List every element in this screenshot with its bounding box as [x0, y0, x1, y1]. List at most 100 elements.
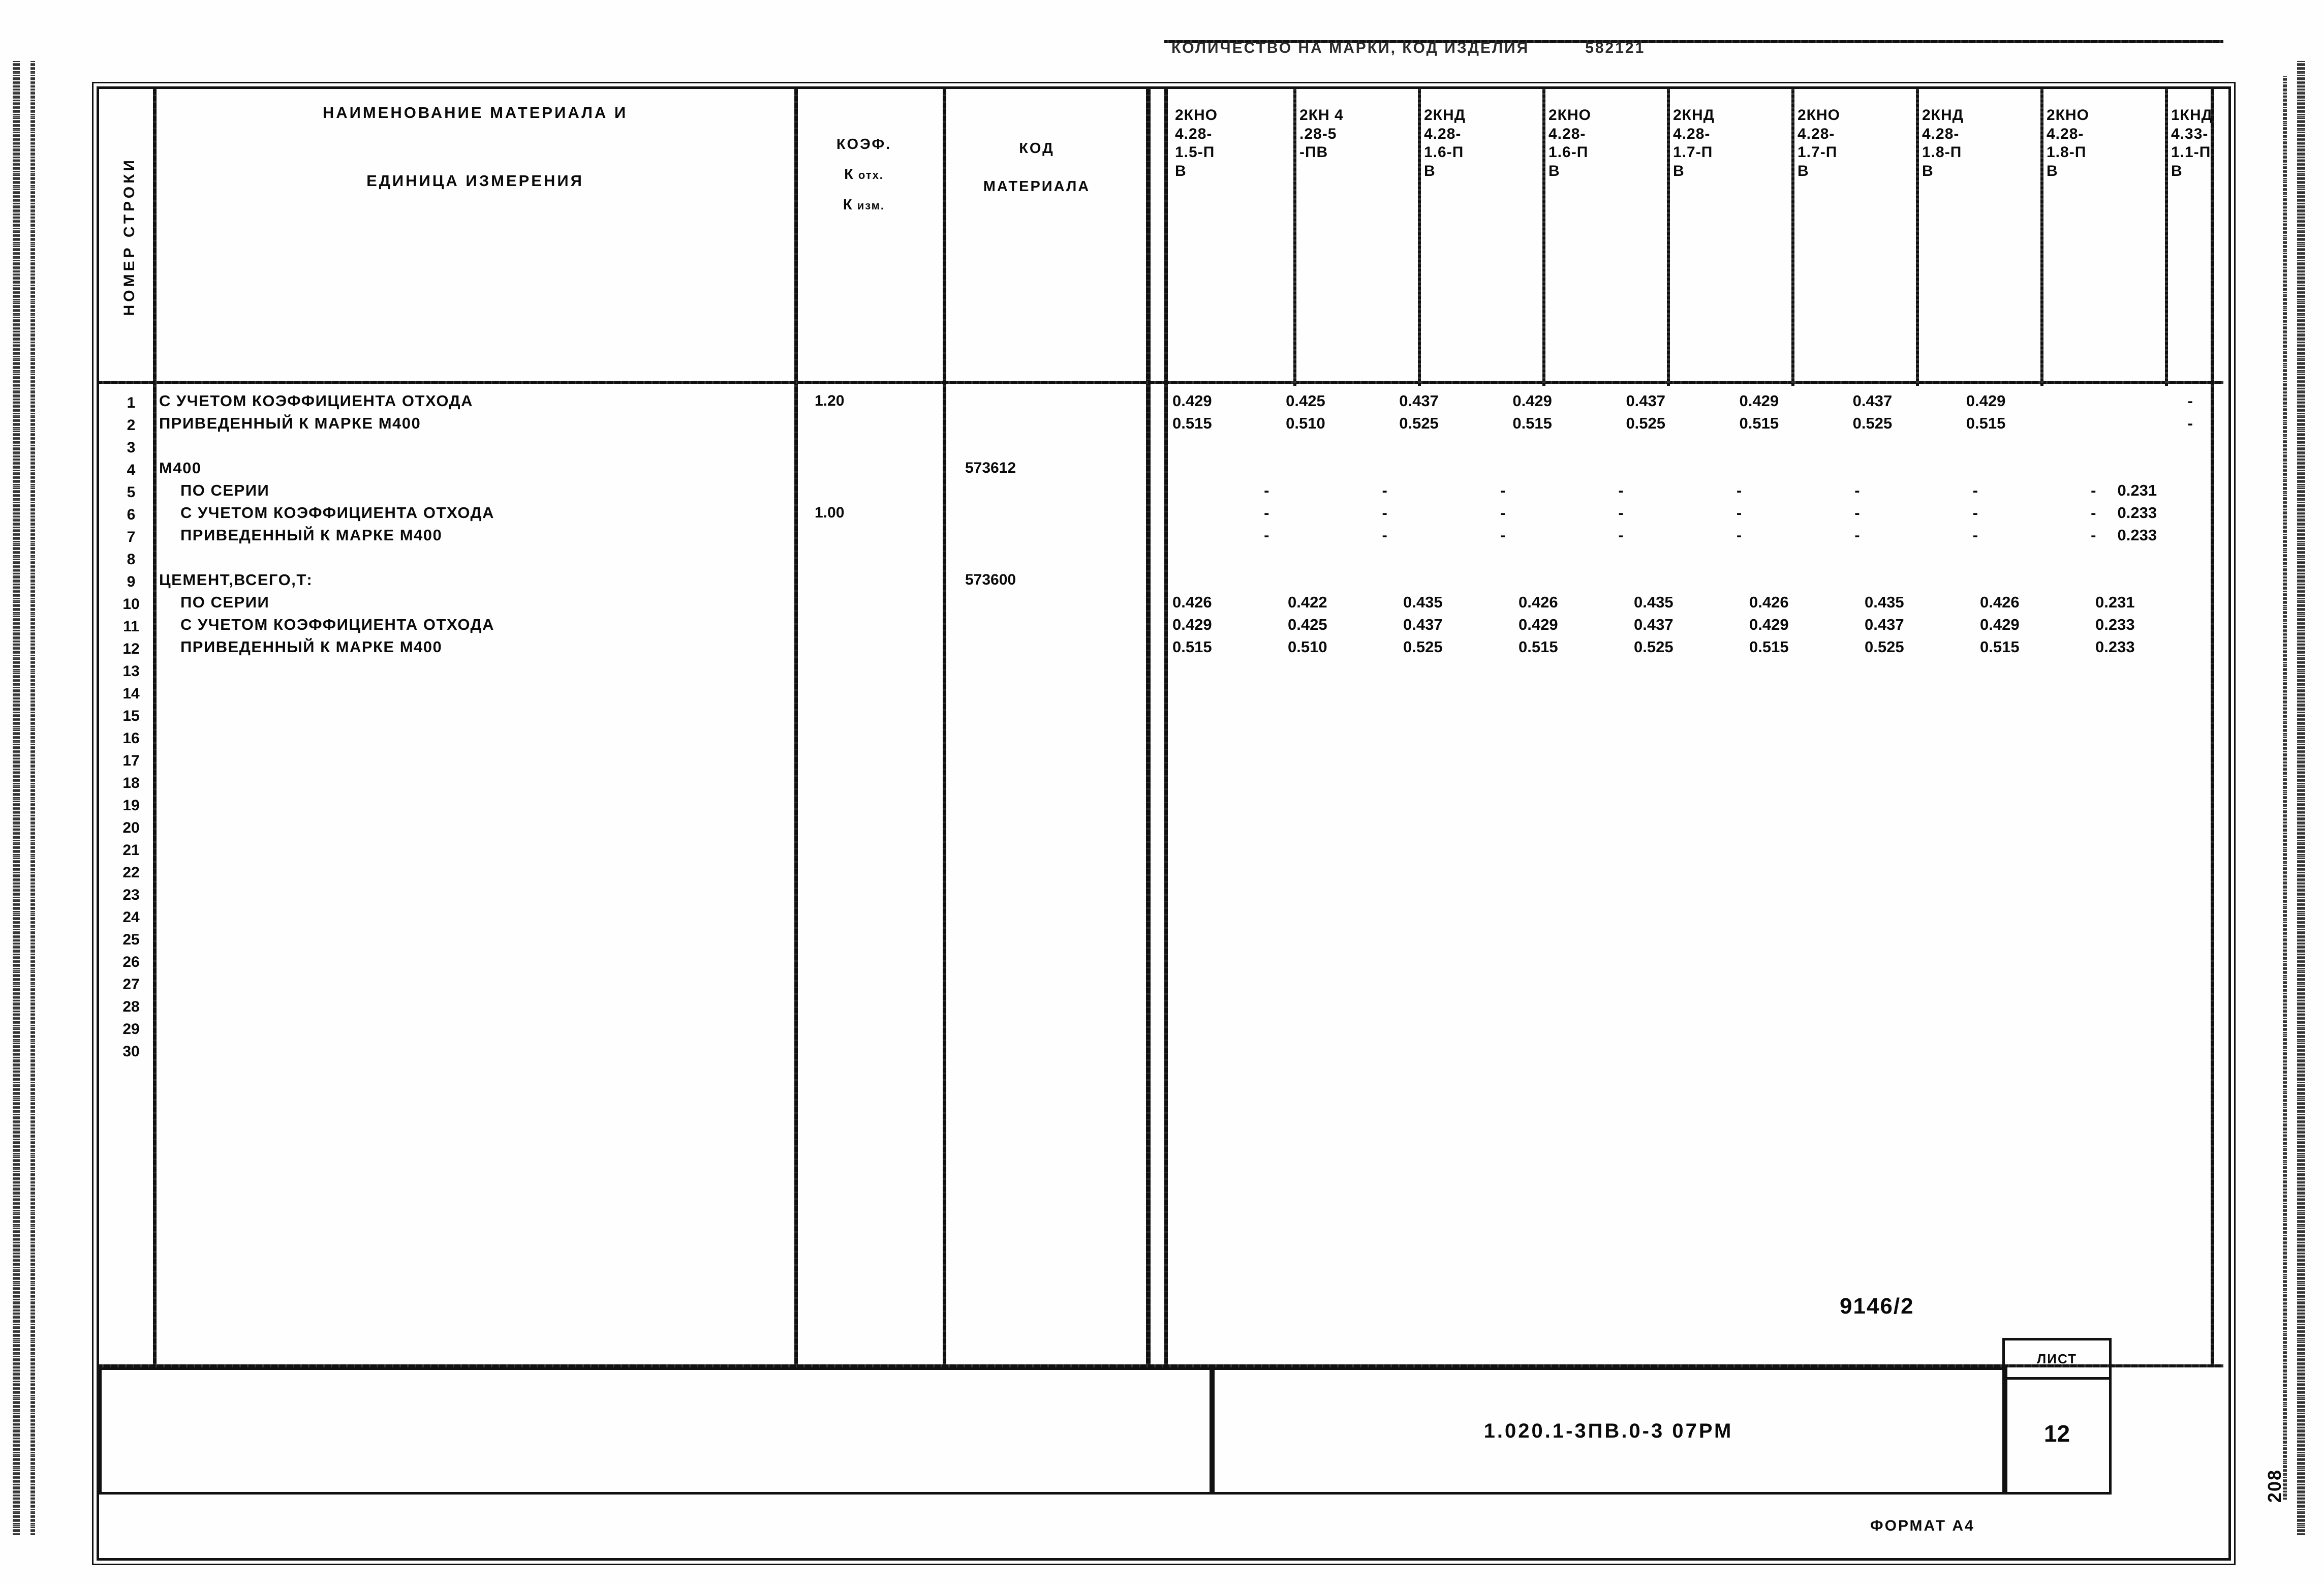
- material-name: М400: [159, 459, 202, 477]
- quantity-cell: [1519, 904, 1634, 927]
- name-header-line1: НАИМЕНОВАНИЕ МАТЕРИАЛА И: [322, 104, 628, 121]
- table-row: [1172, 792, 2214, 815]
- quantity-cell: -: [2091, 481, 2096, 499]
- quantity-cell: [1634, 457, 1749, 479]
- empty-cell: [159, 860, 794, 882]
- empty-cell: [159, 681, 794, 703]
- quantity-cell: [1288, 904, 1403, 927]
- row-number: 13: [122, 663, 140, 680]
- mark-header-7: 2КНД 4.28- 1.8-П В: [1916, 89, 2040, 386]
- quantity-cell: [1634, 725, 1749, 748]
- quantity-cell: [1519, 703, 1634, 725]
- quantity-cell: [1172, 569, 1288, 591]
- quantity-cell: [1403, 569, 1519, 591]
- quantity-cell: [1749, 949, 1865, 971]
- quantity-cell: [1519, 860, 1634, 882]
- quantity-cell: 0.233: [2117, 504, 2157, 522]
- drawing-number: 9146/2: [1840, 1294, 1914, 1319]
- quantity-cell: [1634, 435, 1749, 457]
- name-header: НАИМЕНОВАНИЕ МАТЕРИАЛА И ЕДИНИЦА ИЗМЕРЕН…: [165, 104, 785, 231]
- empty-cell: [965, 681, 1133, 703]
- quantity-cell: [1403, 994, 1519, 1016]
- quantity-cell: [1865, 971, 1980, 994]
- material-name: ПО СЕРИИ: [180, 481, 270, 499]
- quantity-cell: [1980, 725, 2095, 748]
- code-header-line1: КОД: [1019, 140, 1055, 157]
- quantity-cell: [1403, 435, 1519, 457]
- quantity-cell: [1519, 748, 1634, 770]
- row-number: 18: [122, 775, 140, 791]
- quantity-cell: [1288, 725, 1403, 748]
- quantity-cell: [1519, 770, 1634, 792]
- quantity-cell: [2095, 1016, 2211, 1039]
- quantity-cell: [1172, 658, 1288, 681]
- koef-izm-sub: изм.: [857, 199, 885, 212]
- quantity-cell: [1288, 457, 1403, 479]
- quantity-cell: [1403, 748, 1519, 770]
- quantity-cell: -: [1972, 504, 1978, 522]
- table-row: [1172, 971, 2214, 994]
- quantity-cell: [1403, 837, 1519, 860]
- quantity-cell: [1403, 882, 1519, 904]
- empty-cell: [159, 770, 794, 792]
- row-number: 9: [127, 573, 136, 590]
- quantity-cell: -: [1500, 526, 1506, 544]
- quantity-cell: [1749, 457, 1865, 479]
- quantity-cell: [1519, 792, 1634, 815]
- row-number: 14: [122, 685, 140, 702]
- empty-cell: [159, 725, 794, 748]
- empty-cell: [159, 904, 794, 927]
- empty-cell: [965, 703, 1133, 725]
- code-header-line2: МАТЕРИАЛА: [983, 178, 1091, 195]
- row-number: 15: [122, 708, 140, 724]
- quantity-cell: 0.515: [1739, 414, 1779, 432]
- quantity-cell: [1403, 949, 1519, 971]
- empty-cell: [159, 949, 794, 971]
- material-name: ПРИВЕДЕННЫЙ К МАРКЕ М400: [180, 526, 443, 544]
- quantity-cell: [1288, 569, 1403, 591]
- material-code: [965, 524, 1133, 546]
- row-number: 2: [127, 417, 136, 434]
- material-code: [965, 591, 1133, 614]
- quantity-cell: [1288, 770, 1403, 792]
- scan-edge-noise-left-2: [30, 61, 35, 1535]
- quantity-cell: [1749, 658, 1865, 681]
- quantity-cell: [1865, 1016, 1980, 1039]
- quantity-cell: [1865, 748, 1980, 770]
- material-code: [965, 479, 1133, 502]
- quantity-cell: [2095, 658, 2211, 681]
- quantity-cell: [1749, 882, 1865, 904]
- row-number: 29: [122, 1021, 140, 1038]
- quantity-cell: [1749, 837, 1865, 860]
- koef-value: [815, 479, 924, 502]
- table-row: [1172, 681, 2214, 703]
- empty-cell: [965, 1039, 1133, 1061]
- quantity-cell: -: [1264, 504, 1269, 522]
- quantity-cell: [1288, 994, 1403, 1016]
- quantity-cell: [1172, 435, 1288, 457]
- quantity-cell: -: [2091, 504, 2096, 522]
- quantity-cell: -: [1618, 526, 1624, 544]
- quantity-cell: [1749, 681, 1865, 703]
- quantity-cell: 0.425: [1288, 616, 1327, 633]
- quantity-cell: [1519, 1016, 1634, 1039]
- material-code: [965, 636, 1133, 658]
- quantity-cell: [1172, 457, 1288, 479]
- row-number: 1: [127, 394, 136, 411]
- table-row: [1172, 546, 2214, 569]
- quantity-cell: [1519, 569, 1634, 591]
- rownum-header: НОМЕР СТРОКИ: [106, 94, 153, 379]
- quantity-cell: 0.515: [1749, 638, 1789, 656]
- table-row: 0.429 0.425 0.437 0.429 0.437 0.429 0.437 0.429…: [1172, 614, 2214, 636]
- koef-otkh-sub: отх.: [858, 169, 884, 182]
- quantity-cell: [2095, 815, 2211, 837]
- quantity-cell: [1288, 681, 1403, 703]
- empty-cell: [159, 971, 794, 994]
- quantity-cell: [1980, 1016, 2095, 1039]
- quantity-cell: [1980, 569, 2095, 591]
- quantity-cell: [1634, 927, 1749, 949]
- mark-headers: 2КНО 4.28- 1.5-П В 2КН 4 .28-5 -ПВ 2КНД 4.…: [1169, 89, 2289, 386]
- table-row: - - - - - - - - 0.233: [1172, 502, 2214, 524]
- quantity-cell: [1980, 792, 2095, 815]
- quantity-cell: [1634, 569, 1749, 591]
